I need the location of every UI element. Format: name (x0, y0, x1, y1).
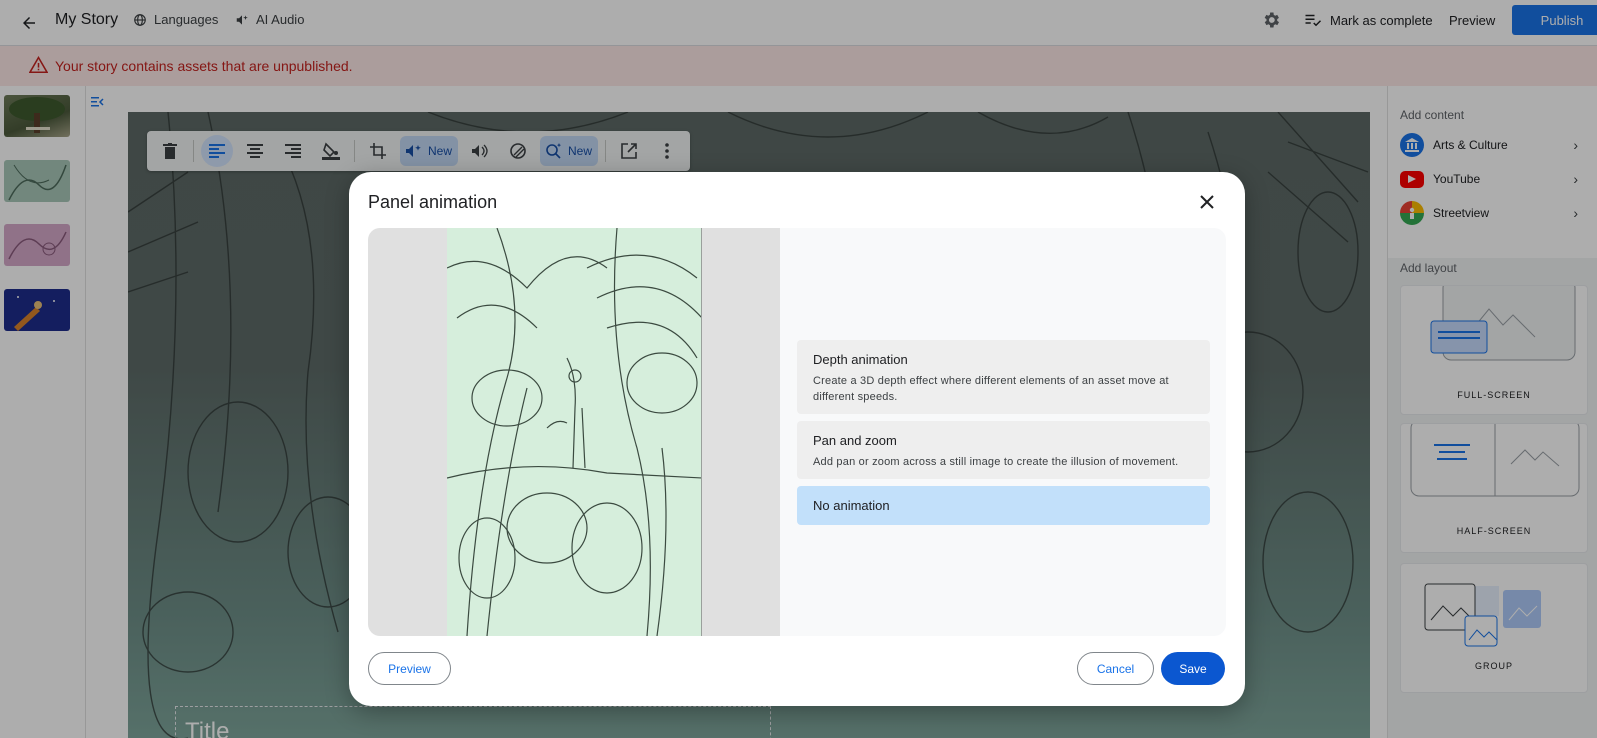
save-button[interactable]: Save (1161, 652, 1225, 685)
option-title: Depth animation (813, 352, 908, 367)
dialog-body: Depth animation Create a 3D depth effect… (368, 228, 1226, 636)
pan-and-zoom-option[interactable]: Pan and zoom Add pan or zoom across a st… (797, 421, 1210, 479)
panel-preview-image (447, 228, 702, 636)
dialog-title: Panel animation (368, 192, 498, 212)
animation-preview-pane (368, 228, 780, 636)
close-icon[interactable] (1197, 192, 1217, 212)
option-description: Add pan or zoom across a still image to … (813, 456, 1179, 468)
panel-animation-dialog: Panel animation Depth animation Create a… (349, 172, 1245, 706)
option-title: Pan and zoom (813, 433, 897, 448)
no-animation-option[interactable]: No animation (797, 486, 1210, 525)
option-title: No animation (813, 498, 890, 513)
option-description: Create a 3D depth effect where different… (813, 375, 1169, 403)
depth-animation-option[interactable]: Depth animation Create a 3D depth effect… (797, 340, 1210, 414)
cancel-button[interactable]: Cancel (1077, 652, 1154, 685)
dialog-preview-button[interactable]: Preview (368, 652, 451, 685)
